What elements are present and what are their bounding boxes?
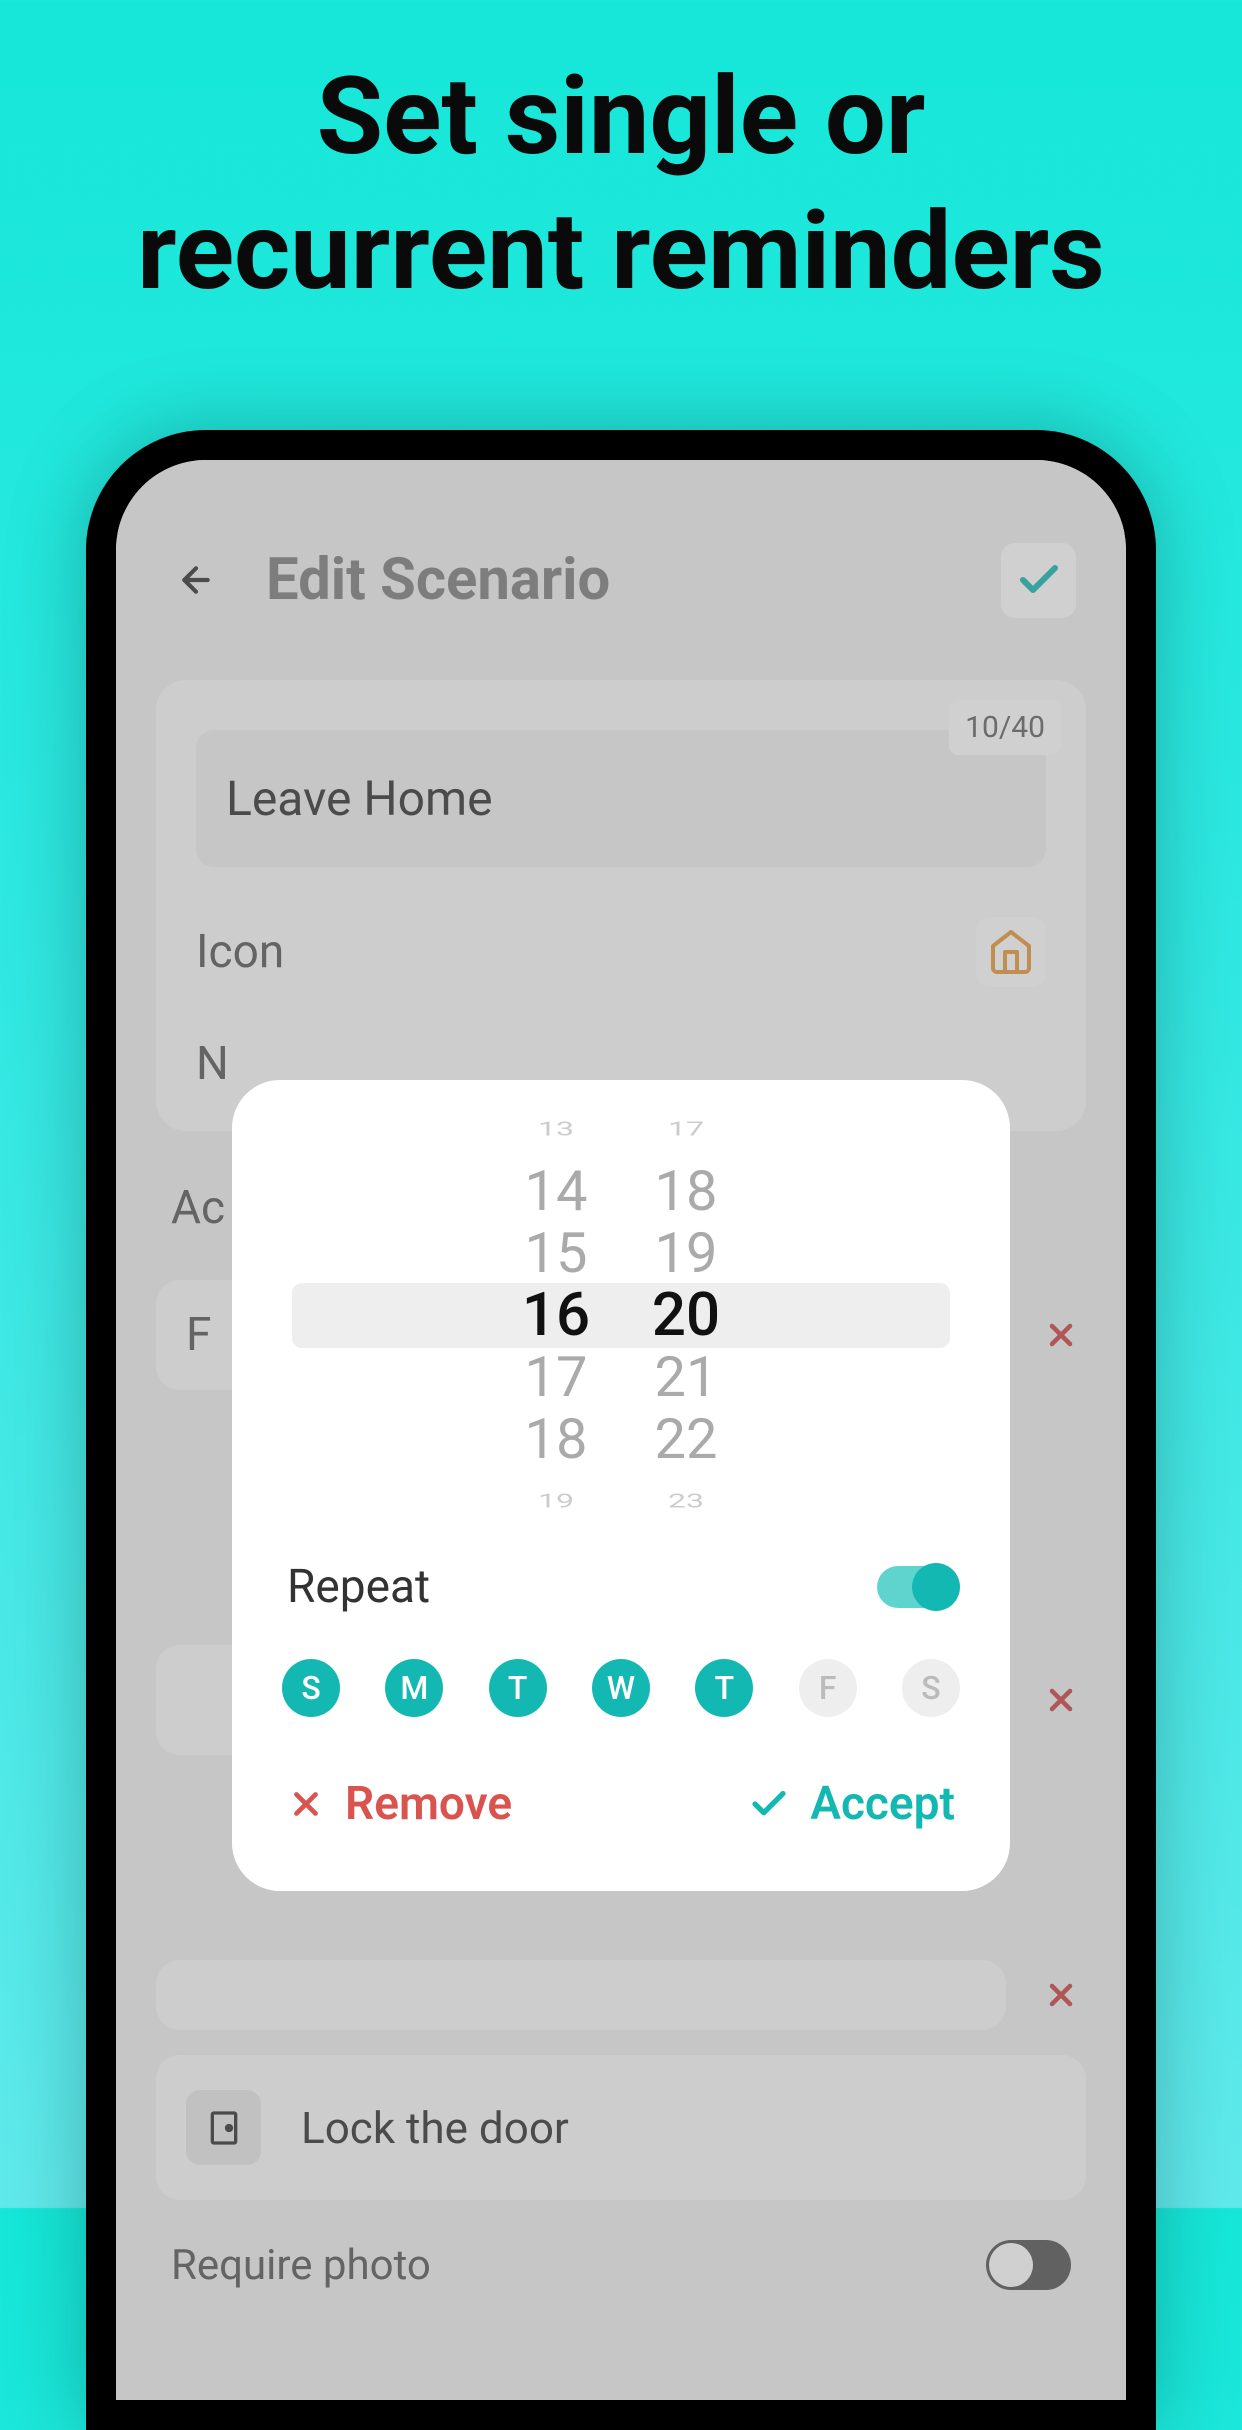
home-icon <box>987 928 1035 976</box>
scenario-name-input[interactable]: Leave Home <box>196 730 1046 867</box>
phone-frame: Edit Scenario 10/40 Leave Home Icon N <box>86 430 1156 2430</box>
day-saturday[interactable]: S <box>902 1659 960 1717</box>
phone-screen: Edit Scenario 10/40 Leave Home Icon N <box>116 460 1126 2400</box>
day-friday[interactable]: F <box>799 1659 857 1717</box>
close-icon <box>287 1785 325 1823</box>
require-photo-label: Require photo <box>171 2241 431 2290</box>
remove-action-button[interactable] <box>1036 1310 1086 1360</box>
action-card-lock-door[interactable]: Lock the door <box>156 2055 1086 2200</box>
require-photo-toggle[interactable] <box>986 2240 1071 2290</box>
require-photo-row: Require photo <box>171 2240 1071 2290</box>
minute-wheel[interactable]: 17 18 19 20 21 22 23 <box>641 1130 731 1500</box>
page-title: Edit Scenario <box>266 546 961 614</box>
promo-heading: Set single or recurrent reminders <box>0 0 1242 320</box>
action-item: Lock the door <box>156 2055 1086 2200</box>
time-picker[interactable]: 13 14 15 16 17 18 19 17 18 19 20 21 22 2… <box>232 1130 1010 1500</box>
check-icon <box>1015 556 1063 604</box>
remove-action-button[interactable] <box>1036 1675 1086 1725</box>
picker-highlight <box>292 1283 950 1348</box>
modal-actions: Remove Accept <box>232 1717 1010 1841</box>
close-icon <box>1043 1682 1079 1718</box>
accept-button[interactable]: Accept <box>748 1777 955 1831</box>
next-partial-label: N <box>196 1037 229 1091</box>
arrow-left-icon <box>176 560 216 600</box>
back-button[interactable] <box>166 550 226 610</box>
icon-label: Icon <box>196 925 284 979</box>
name-card: 10/40 Leave Home Icon N <box>156 680 1086 1131</box>
remove-action-button[interactable] <box>1036 1970 1086 2020</box>
toggle-knob <box>989 2243 1033 2287</box>
repeat-row: Repeat <box>232 1500 1010 1659</box>
confirm-button[interactable] <box>1001 543 1076 618</box>
close-icon <box>1043 1977 1079 2013</box>
day-monday[interactable]: M <box>385 1659 443 1717</box>
character-counter: 10/40 <box>949 700 1061 755</box>
door-icon <box>204 2108 244 2148</box>
check-icon <box>748 1783 790 1825</box>
remove-button[interactable]: Remove <box>287 1777 512 1831</box>
toggle-knob <box>912 1563 960 1611</box>
action-text: Lock the door <box>301 2102 569 2154</box>
close-icon <box>1043 1317 1079 1353</box>
repeat-label: Repeat <box>287 1560 430 1614</box>
day-tuesday[interactable]: T <box>489 1659 547 1717</box>
hour-wheel[interactable]: 13 14 15 16 17 18 19 <box>511 1130 601 1500</box>
day-sunday[interactable]: S <box>282 1659 340 1717</box>
repeat-toggle[interactable] <box>877 1566 955 1608</box>
action-item <box>156 1960 1086 2030</box>
day-thursday[interactable]: T <box>695 1659 753 1717</box>
door-icon-box <box>186 2090 261 2165</box>
icon-row[interactable]: Icon <box>196 917 1046 987</box>
reminder-modal: 13 14 15 16 17 18 19 17 18 19 20 21 22 2… <box>232 1080 1010 1891</box>
app-header: Edit Scenario <box>116 520 1126 640</box>
icon-preview <box>976 917 1046 987</box>
day-wednesday[interactable]: W <box>592 1659 650 1717</box>
weekday-selector: S M T W T F S <box>232 1659 1010 1717</box>
